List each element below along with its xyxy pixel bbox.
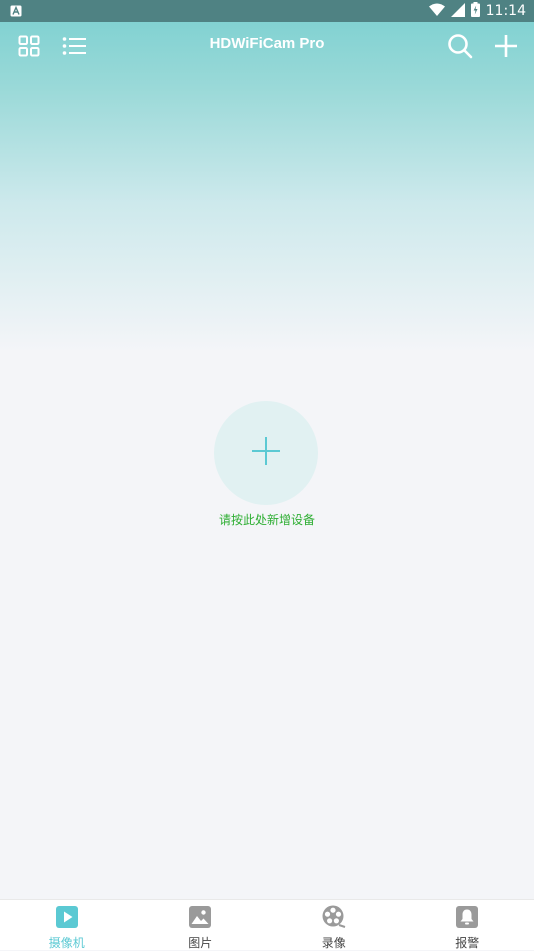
wifi-icon (429, 2, 445, 21)
header-background (0, 22, 534, 352)
notification-a-icon (10, 2, 22, 21)
tab-label: 摄像机 (49, 934, 85, 951)
battery-icon (471, 2, 480, 21)
film-reel-icon (322, 905, 346, 933)
search-icon[interactable] (446, 32, 474, 60)
image-icon (188, 905, 212, 933)
plus-icon (252, 437, 280, 469)
tab-pictures[interactable]: 图片 (134, 900, 268, 950)
cell-signal-icon (451, 2, 465, 21)
bottom-tab-bar: 摄像机 图片 录像 (0, 899, 534, 950)
add-device-hint[interactable]: 请按此处新增设备 (0, 511, 534, 528)
tab-alarm[interactable]: 报警 (401, 900, 534, 950)
bell-icon (455, 905, 479, 933)
add-icon[interactable] (492, 32, 520, 60)
tab-camera[interactable]: 摄像机 (0, 900, 134, 950)
status-bar: 11:14 (0, 0, 534, 22)
tab-label: 报警 (455, 934, 479, 951)
tab-label: 图片 (188, 934, 212, 951)
toolbar: HDWiFiCam Pro (0, 22, 534, 70)
status-time: 11:14 (486, 3, 526, 19)
tab-recordings[interactable]: 录像 (267, 900, 401, 950)
add-device-button[interactable] (214, 401, 318, 505)
camera-play-icon (55, 905, 79, 933)
tab-label: 录像 (322, 934, 346, 951)
